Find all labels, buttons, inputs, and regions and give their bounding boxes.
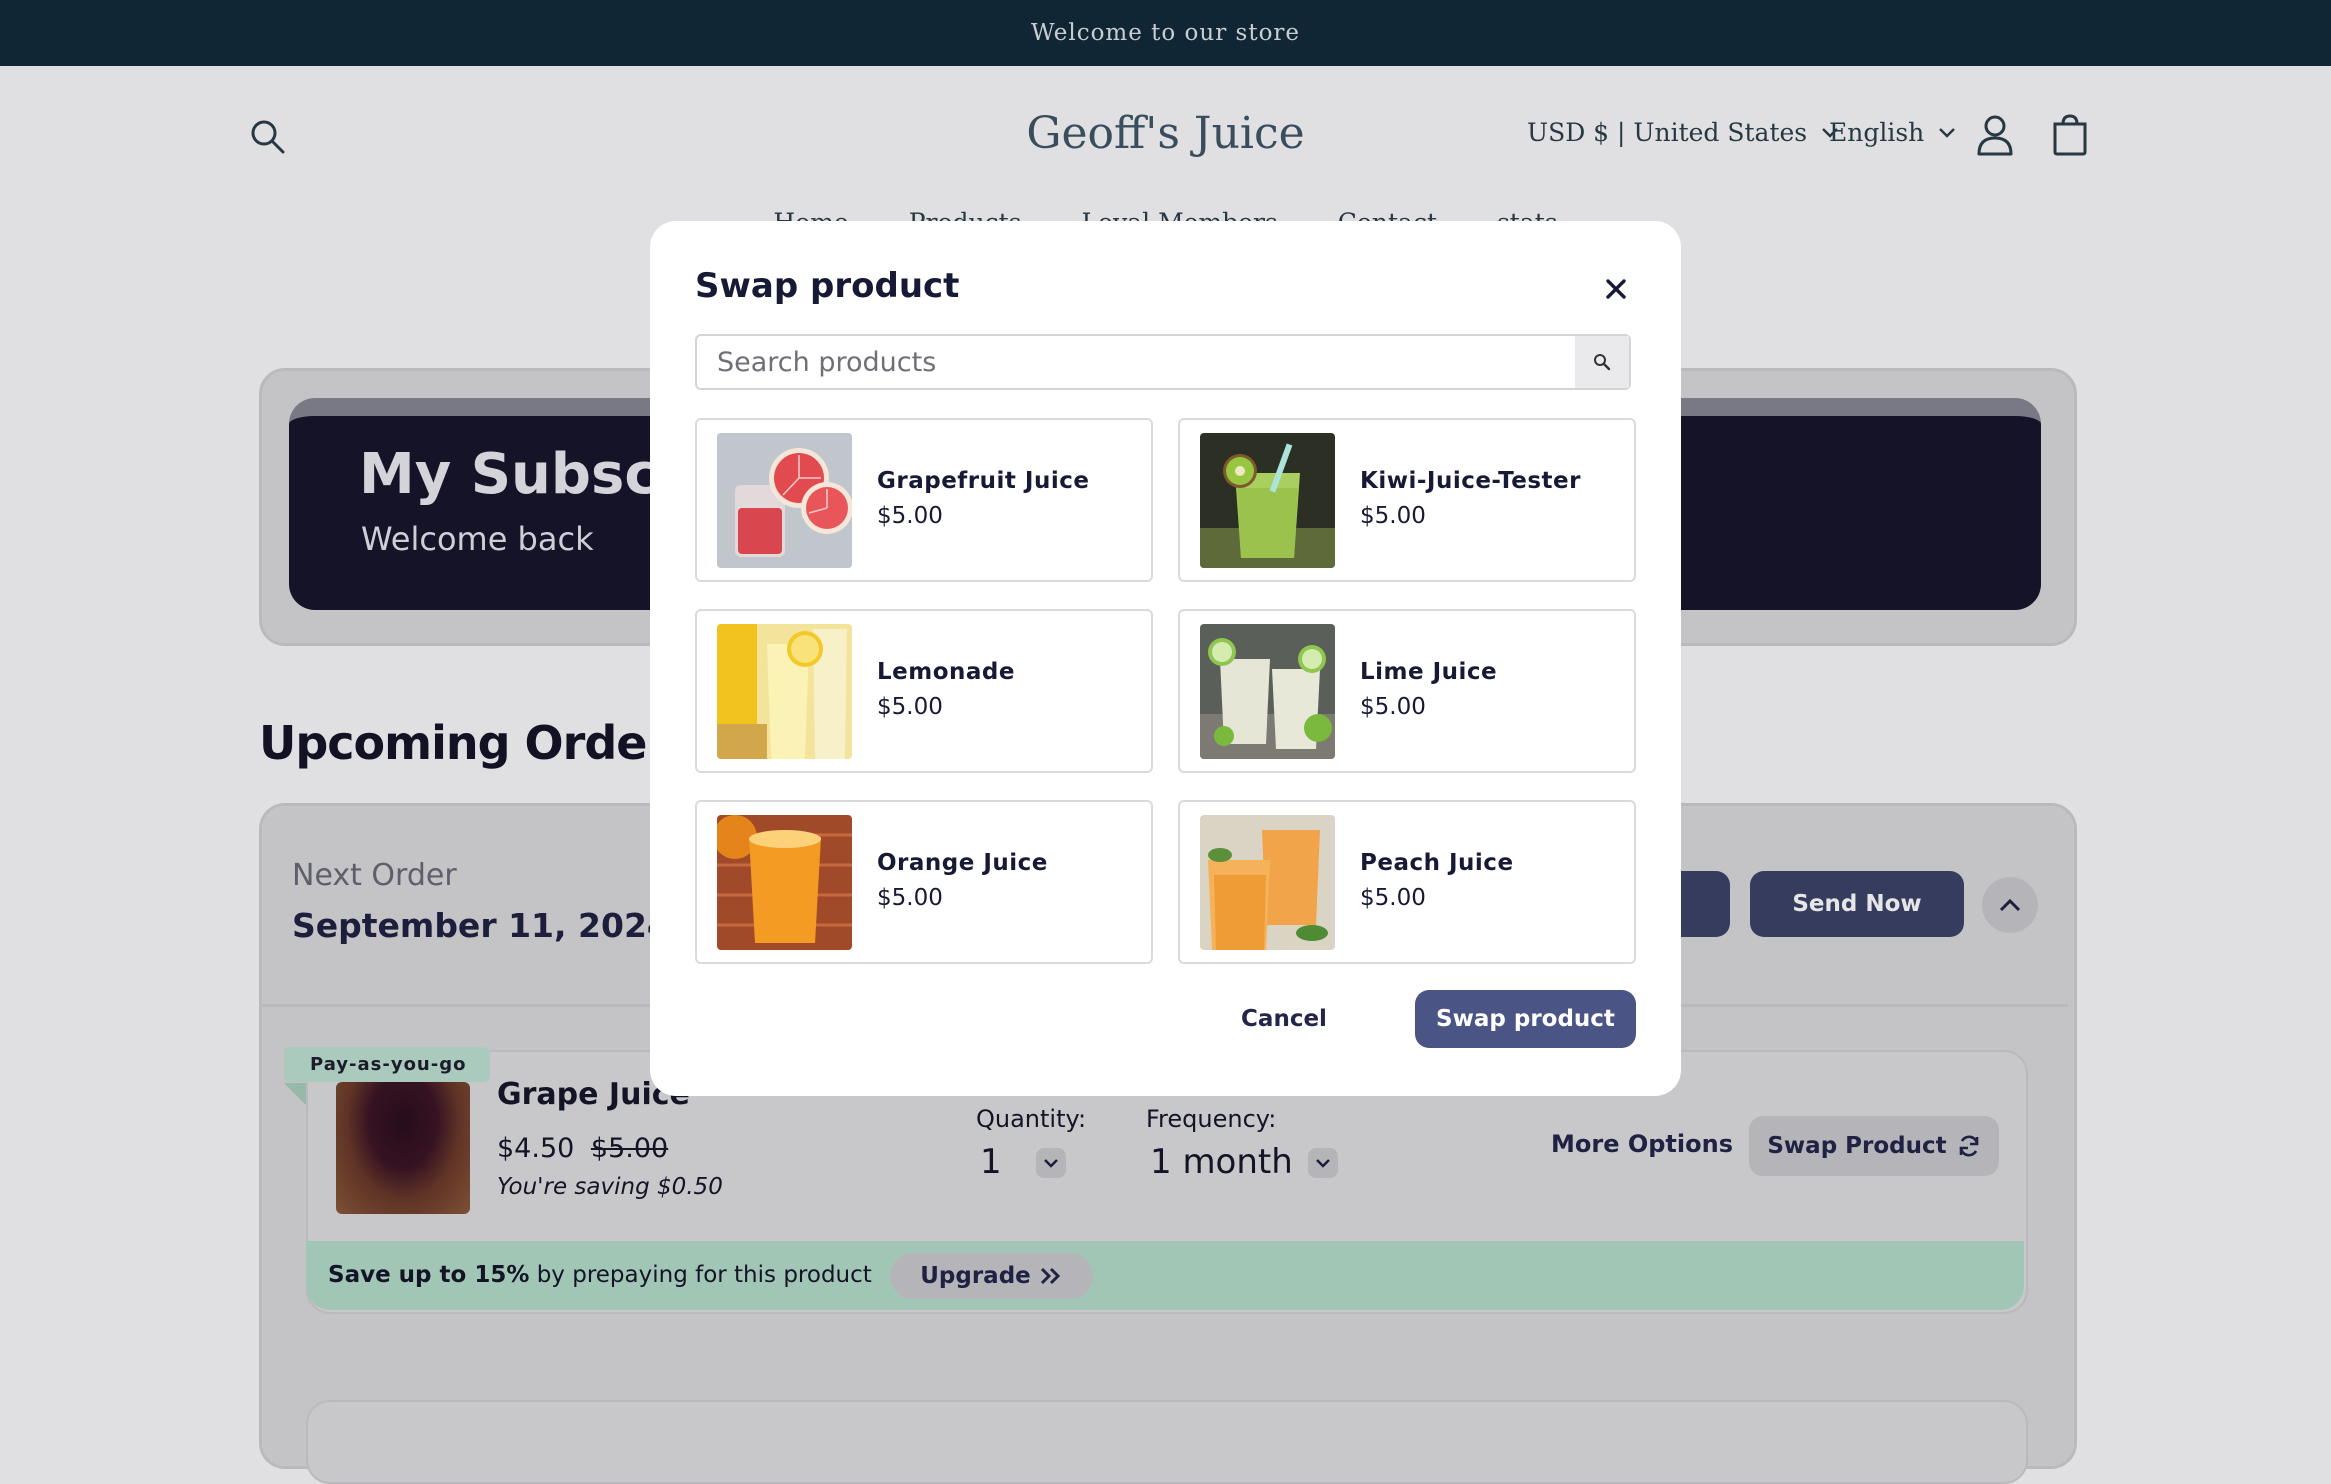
product-price: $5.00 xyxy=(1360,694,1426,720)
modal-title: Swap product xyxy=(695,266,960,306)
search-icon xyxy=(1594,354,1611,371)
product-card-orange[interactable]: Orange Juice $5.00 xyxy=(695,800,1153,964)
product-name: Grapefruit Juice xyxy=(877,468,1090,494)
product-card-peach[interactable]: Peach Juice $5.00 xyxy=(1178,800,1636,964)
product-price: $5.00 xyxy=(877,694,943,720)
product-name: Kiwi-Juice-Tester xyxy=(1360,468,1581,494)
product-price: $5.00 xyxy=(1360,885,1426,911)
product-card-lemonade[interactable]: Lemonade $5.00 xyxy=(695,609,1153,773)
product-name: Lemonade xyxy=(877,659,1015,685)
product-price: $5.00 xyxy=(877,503,943,529)
product-name: Lime Juice xyxy=(1360,659,1498,685)
lemonade-image xyxy=(717,624,852,759)
product-search xyxy=(695,334,1631,390)
kiwi-juice-image xyxy=(1200,433,1335,568)
product-price: $5.00 xyxy=(1360,503,1426,529)
peach-juice-image xyxy=(1200,815,1335,950)
product-name: Peach Juice xyxy=(1360,850,1514,876)
swap-product-modal: Swap product Grapefruit Juice $5.00 xyxy=(650,221,1681,1096)
orange-juice-image xyxy=(717,815,852,950)
close-icon xyxy=(1606,279,1626,299)
close-button[interactable] xyxy=(1596,269,1636,309)
product-card-lime[interactable]: Lime Juice $5.00 xyxy=(1178,609,1636,773)
grapefruit-image xyxy=(717,433,852,568)
product-card-grapefruit[interactable]: Grapefruit Juice $5.00 xyxy=(695,418,1153,582)
search-button[interactable] xyxy=(1575,336,1629,388)
lime-juice-image xyxy=(1200,624,1335,759)
product-card-kiwi[interactable]: Kiwi-Juice-Tester $5.00 xyxy=(1178,418,1636,582)
product-name: Orange Juice xyxy=(877,850,1048,876)
product-price: $5.00 xyxy=(877,885,943,911)
confirm-swap-button[interactable]: Swap product xyxy=(1415,990,1636,1048)
search-input[interactable] xyxy=(697,336,1577,388)
cancel-button[interactable]: Cancel xyxy=(1210,990,1358,1048)
